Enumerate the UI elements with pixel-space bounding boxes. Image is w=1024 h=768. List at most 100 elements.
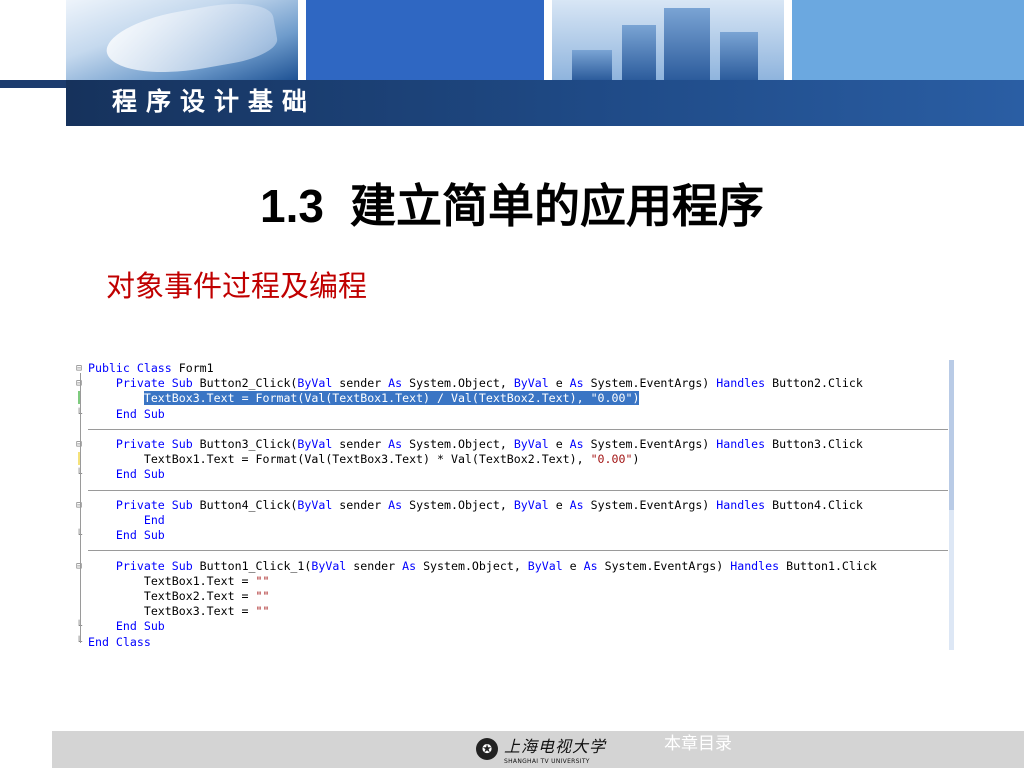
slide-subtitle: 对象事件过程及编程 [106, 269, 368, 303]
code-token: sender [346, 558, 403, 573]
chapter-contents-link[interactable]: 本章目录 [664, 731, 732, 757]
code-token: Button1_Click_1( [192, 558, 312, 573]
code-token: System.EventArgs) [583, 376, 717, 391]
course-title: 程序设计基础 [112, 87, 317, 116]
university-logo: ✪ 上海电视大学 SHANGHAI TV UNIVERSITY [476, 736, 616, 768]
code-token: TextBox3.Text = Format(Val(TextBox1.Text… [143, 391, 640, 406]
code-token: sender [332, 376, 389, 391]
code-token: End [143, 513, 165, 527]
code-token: As [569, 376, 584, 391]
code-token: Private Sub [115, 376, 193, 391]
code-token: End Sub [115, 619, 165, 634]
code-token: Handles [716, 376, 766, 391]
university-emblem-icon: ✪ [476, 738, 498, 760]
code-token: System.Object, [402, 497, 514, 512]
banner-photo-buildings [552, 0, 784, 80]
code-token: TextBox3.Text = [88, 604, 256, 619]
banner-photo-hand [66, 0, 298, 80]
collapse-icon[interactable]: ⊟ [76, 361, 86, 376]
code-token: Private Sub [115, 437, 193, 451]
code-token: System.Object, [402, 437, 514, 451]
method-separator [88, 489, 948, 491]
fold-end-icon: └ [76, 619, 86, 634]
code-token: Form1 [171, 361, 214, 375]
code-token: ByVal [297, 497, 333, 512]
code-token: "" [255, 589, 270, 603]
fold-end-icon: └ [76, 467, 86, 482]
code-token: "0.00" [590, 452, 633, 467]
code-token: e [548, 437, 570, 451]
code-token: TextBox1.Text = [88, 573, 256, 588]
code-token: As [583, 558, 598, 573]
code-token: ) [632, 452, 640, 467]
header-banner: 程序设计基础 [0, 0, 1024, 128]
code-token: sender [332, 497, 389, 512]
code-token: Button2.Click [765, 376, 863, 391]
code-token: System.Object, [402, 376, 514, 391]
editor-scrollbar[interactable] [949, 360, 954, 650]
code-token: Handles [730, 558, 780, 573]
code-token: ByVal [527, 558, 563, 573]
code-token: System.EventArgs) [597, 558, 731, 573]
code-token: e [562, 558, 584, 573]
code-token: ByVal [513, 376, 549, 391]
code-token: e [548, 376, 570, 391]
collapse-icon[interactable]: ⊟ [76, 437, 86, 452]
code-token: End Sub [115, 467, 165, 482]
code-token: Button3_Click( [192, 437, 298, 451]
code-editor[interactable]: ⊟Public Class Form1⊟ Private Sub Button2… [76, 358, 954, 655]
method-separator [88, 428, 948, 430]
code-token: Public Class [88, 361, 172, 375]
code-token: Button4_Click( [192, 497, 298, 512]
code-token: End Class [88, 634, 151, 649]
code-token: Button3.Click [765, 437, 863, 451]
code-token: Button4.Click [765, 497, 863, 512]
code-token: Private Sub [115, 558, 193, 573]
collapse-icon[interactable]: ⊟ [76, 376, 86, 391]
code-token: ByVal [297, 437, 333, 451]
code-token: End Sub [115, 406, 165, 421]
fold-end-icon: └ [76, 407, 86, 422]
code-token: As [569, 437, 584, 451]
banner-photo-sky [792, 0, 1024, 80]
code-token: As [402, 558, 417, 573]
logo-english-name: SHANGHAI TV UNIVERSITY [504, 758, 590, 765]
fold-end-icon: └ [76, 635, 86, 650]
banner-photo-blue [306, 0, 544, 80]
code-token: Button1.Click [779, 558, 877, 573]
fold-end-icon: └ [76, 528, 86, 543]
code-token: "" [255, 604, 270, 619]
code-token: e [548, 497, 570, 512]
code-token: ByVal [513, 497, 549, 512]
code-token: ByVal [297, 376, 333, 391]
collapse-icon[interactable]: ⊟ [76, 559, 86, 574]
slide-title: 1.3 建立简单的应用程序 [0, 176, 1024, 236]
code-token: Button2_Click( [192, 376, 298, 391]
code-token: "" [255, 573, 270, 588]
scrollbar-thumb[interactable] [949, 360, 954, 510]
code-token: As [388, 376, 403, 391]
code-token: TextBox1.Text = Format(Val(TextBox3.Text… [88, 452, 591, 467]
section-number: 1.3 [260, 180, 324, 232]
code-token: End Sub [115, 528, 165, 543]
code-token: sender [332, 437, 389, 451]
code-token: ByVal [311, 558, 347, 573]
code-token: As [388, 497, 403, 512]
code-token: As [569, 497, 584, 512]
code-token: Handles [716, 497, 766, 512]
code-token: As [388, 437, 403, 451]
code-token: TextBox2.Text = [88, 589, 256, 603]
code-token: System.EventArgs) [583, 497, 717, 512]
collapse-icon[interactable]: ⊟ [76, 498, 86, 513]
code-token: Private Sub [115, 497, 193, 512]
method-separator [88, 550, 948, 552]
